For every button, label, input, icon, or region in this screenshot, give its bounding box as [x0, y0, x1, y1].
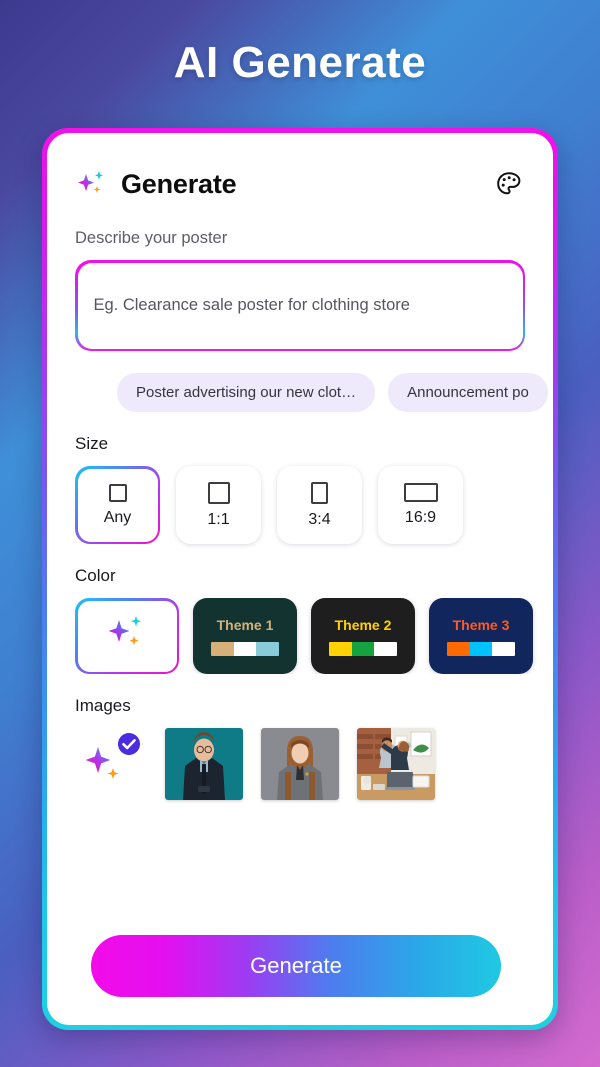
card-header: Generate — [47, 133, 553, 211]
images-label: Images — [75, 696, 131, 715]
square-shape-icon — [207, 481, 230, 504]
size-option-any[interactable]: Any — [75, 466, 160, 544]
size-option-label: 1:1 — [207, 510, 230, 528]
size-option-label: 3:4 — [308, 510, 331, 528]
size-label: Size — [75, 434, 109, 453]
theme-name: Theme 3 — [452, 616, 510, 633]
palette-icon[interactable] — [491, 166, 527, 202]
color-label: Color — [75, 566, 116, 585]
sparkles-icon — [75, 167, 109, 201]
theme-swatches — [329, 641, 397, 656]
theme-swatches — [447, 641, 515, 656]
size-option-3-4[interactable]: 3:4 — [277, 466, 362, 544]
color-option-theme-3[interactable]: Theme 3 — [429, 598, 533, 674]
generate-card: Generate Describe your poster Eg. Cleara… — [47, 133, 553, 1025]
suggestion-chips: Poster advertising our new clot… Announc… — [47, 373, 553, 412]
square-shape-icon — [108, 483, 127, 502]
theme-name: Theme 1 — [216, 616, 274, 633]
prompt-placeholder: Eg. Clearance sale poster for clothing s… — [93, 296, 410, 314]
portrait-shape-icon — [311, 481, 328, 504]
prompt-input-border: Eg. Clearance sale poster for clothing s… — [75, 260, 525, 351]
check-badge-icon — [117, 732, 141, 756]
theme-swatches — [211, 641, 279, 656]
prompt-label: Describe your poster — [75, 229, 228, 247]
landscape-shape-icon — [403, 483, 438, 502]
color-options: Theme 1 Theme 2 Theme 3 — [47, 598, 553, 674]
prompt-input[interactable]: Eg. Clearance sale poster for clothing s… — [77, 262, 523, 349]
suggestion-chip-2[interactable]: Announcement po — [388, 373, 548, 412]
generate-card-border: Generate Describe your poster Eg. Cleara… — [42, 128, 558, 1030]
theme-name: Theme 2 — [334, 616, 392, 633]
image-options — [47, 728, 553, 800]
size-options: Any 1:1 3:4 16:9 — [47, 466, 553, 544]
size-option-16-9[interactable]: 16:9 — [378, 466, 463, 544]
image-option-businesswoman[interactable] — [261, 728, 339, 800]
color-option-theme-2[interactable]: Theme 2 — [311, 598, 415, 674]
image-option-businessman[interactable] — [165, 728, 243, 800]
color-option-theme-1[interactable]: Theme 1 — [193, 598, 297, 674]
size-option-label: 16:9 — [404, 509, 437, 526]
suggestion-chip-1[interactable]: Poster advertising our new clot… — [117, 373, 376, 412]
size-option-label: Any — [103, 508, 132, 526]
sparkles-icon — [101, 612, 153, 661]
page-title: AI Generate — [173, 38, 427, 87]
card-title: Generate — [121, 168, 237, 199]
image-option-ai[interactable] — [75, 728, 147, 800]
generate-button[interactable]: Generate — [91, 935, 501, 997]
color-option-ai[interactable] — [75, 598, 179, 674]
size-option-1-1[interactable]: 1:1 — [176, 466, 261, 544]
image-option-team[interactable] — [357, 728, 435, 800]
